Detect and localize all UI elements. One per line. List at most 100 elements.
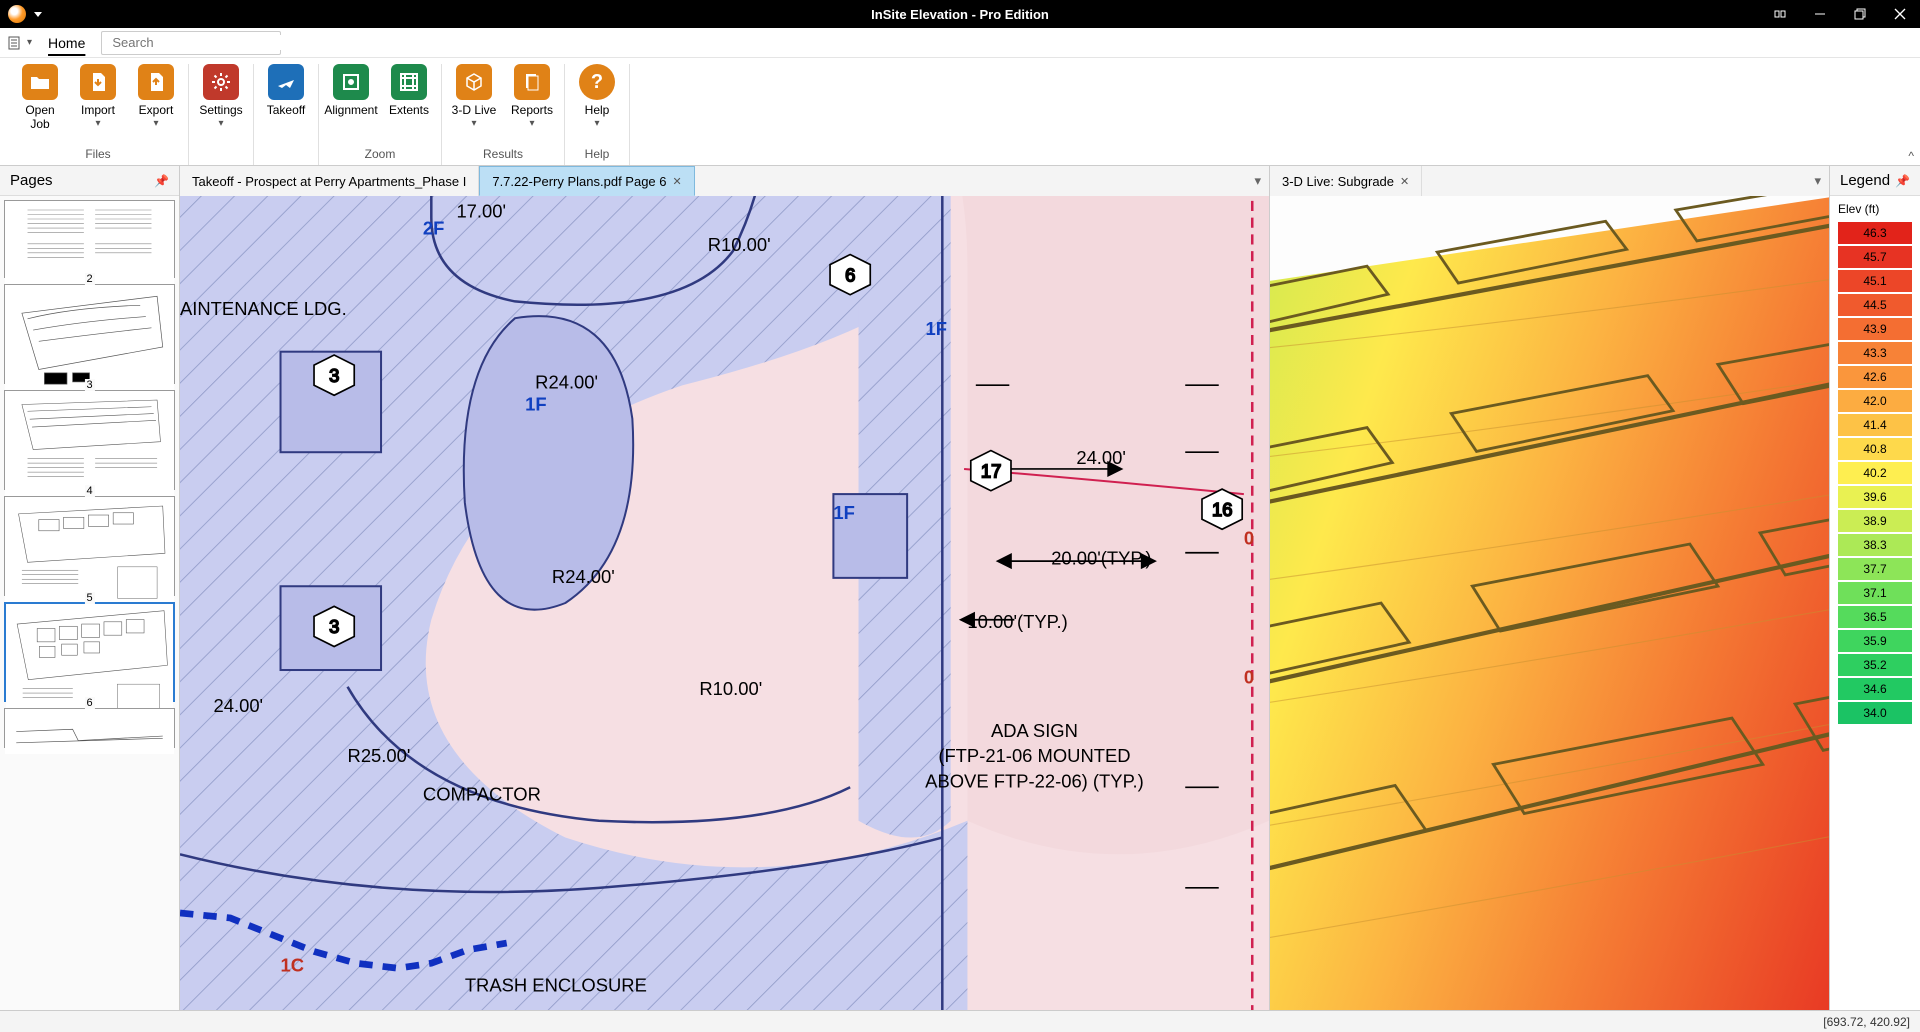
legend-swatch: 42.6 <box>1838 366 1912 388</box>
live-3d-panel: 3-D Live: Subgrade ✕ ▾ <box>1270 166 1830 1010</box>
tab-dropdown[interactable]: ▾ <box>1246 173 1269 189</box>
svg-text:COMPACTOR: COMPACTOR <box>423 784 541 805</box>
ribbon-group-zoom: Alignment Extents Zoom <box>319 64 442 165</box>
svg-text:24.00': 24.00' <box>1076 447 1126 468</box>
legend-swatch: 42.0 <box>1838 390 1912 412</box>
page-thumbnail[interactable]: 2 <box>4 284 175 384</box>
pages-panel-title: Pages <box>10 172 53 189</box>
takeoff-button[interactable]: Takeoff <box>260 64 312 118</box>
svg-text:6: 6 <box>845 264 855 285</box>
open-job-button[interactable]: Open Job <box>14 64 66 132</box>
svg-text:R25.00': R25.00' <box>348 745 411 766</box>
legend-swatch: 35.9 <box>1838 630 1912 652</box>
pages-thumbnail-list[interactable]: 2 3 <box>0 196 179 1010</box>
svg-text:17.00': 17.00' <box>456 201 506 222</box>
app-logo <box>8 5 26 23</box>
plan-document-area: Takeoff - Prospect at Perry Apartments_P… <box>180 166 1270 1010</box>
svg-text:24.00': 24.00' <box>214 695 264 716</box>
legend-swatch: 39.6 <box>1838 486 1912 508</box>
search-input[interactable] <box>112 35 288 50</box>
legend-swatch: 40.2 <box>1838 462 1912 484</box>
window-minimize-button[interactable] <box>1800 0 1840 28</box>
extents-button[interactable]: Extents <box>383 64 435 118</box>
svg-text:1C: 1C <box>281 955 305 976</box>
svg-text:1F: 1F <box>525 393 546 414</box>
legend-swatches: 46.345.745.144.543.943.342.642.041.440.8… <box>1838 222 1912 724</box>
search-box[interactable] <box>101 31 281 55</box>
legend-swatch: 34.0 <box>1838 702 1912 724</box>
page-thumbnail[interactable]: 4 <box>4 496 175 596</box>
import-button[interactable]: Import▾ <box>72 64 124 132</box>
legend-title: Legend <box>1840 172 1890 189</box>
svg-text:ADA SIGN: ADA SIGN <box>991 720 1078 741</box>
legend-swatch: 46.3 <box>1838 222 1912 244</box>
window-close-button[interactable] <box>1880 0 1920 28</box>
window-restore-button[interactable] <box>1840 0 1880 28</box>
legend-swatch: 43.3 <box>1838 342 1912 364</box>
legend-swatch: 37.1 <box>1838 582 1912 604</box>
page-thumbnail[interactable]: 6 <box>4 708 175 748</box>
legend-swatch: 35.2 <box>1838 654 1912 676</box>
legend-swatch: 37.7 <box>1838 558 1912 580</box>
ribbon-group-settings: Settings▾ <box>189 64 254 165</box>
svg-text:17: 17 <box>981 460 1001 481</box>
legend-swatch: 43.9 <box>1838 318 1912 340</box>
svg-text:1F: 1F <box>833 502 854 523</box>
ribbon-group-label: Zoom <box>365 144 396 165</box>
pin-icon[interactable]: 📌 <box>154 174 169 188</box>
help-button[interactable]: ? Help▾ <box>571 64 623 129</box>
window-snap-button[interactable] <box>1760 0 1800 28</box>
svg-text:20.00'(TYP.): 20.00'(TYP.) <box>1051 547 1151 568</box>
svg-text:AINTENANCE LDG.: AINTENANCE LDG. <box>180 298 347 319</box>
svg-text:16: 16 <box>1212 499 1232 520</box>
tab-plans-pdf[interactable]: 7.7.22-Perry Plans.pdf Page 6 ✕ <box>479 166 694 196</box>
svg-text:(FTP-21-06 MOUNTED: (FTP-21-06 MOUNTED <box>938 745 1130 766</box>
svg-text:R10.00': R10.00' <box>699 678 762 699</box>
ribbon-group-label: Help <box>585 144 610 165</box>
ribbon-group-label: Results <box>483 144 523 165</box>
ribbon-tab-home[interactable]: Home <box>46 32 87 54</box>
legend-swatch: 41.4 <box>1838 414 1912 436</box>
tab-dropdown[interactable]: ▾ <box>1806 173 1829 189</box>
plan-viewport[interactable]: 3 3 6 17 16 1F 2F GUARD HOUSE & GATED EN… <box>180 196 1269 1010</box>
legend-swatch: 44.5 <box>1838 294 1912 316</box>
legend-swatch: 34.6 <box>1838 678 1912 700</box>
svg-text:TRASH ENCLOSURE: TRASH ENCLOSURE <box>465 975 647 996</box>
legend-panel: Legend 📌 Elev (ft) 46.345.745.144.543.94… <box>1830 166 1920 1010</box>
settings-button[interactable]: Settings▾ <box>195 64 247 129</box>
ribbon-collapse-toggle[interactable]: ^ <box>1908 149 1914 163</box>
live-3d-viewport[interactable] <box>1270 196 1829 1010</box>
ribbon-group-takeoff: Takeoff <box>254 64 319 165</box>
svg-text:R24.00': R24.00' <box>535 372 598 393</box>
export-button[interactable]: Export▾ <box>130 64 182 132</box>
svg-text:ABOVE FTP-22-06) (TYP.): ABOVE FTP-22-06) (TYP.) <box>925 770 1144 791</box>
legend-swatch: 38.3 <box>1838 534 1912 556</box>
svg-text:3: 3 <box>329 365 339 386</box>
svg-text:10.00'(TYP.): 10.00'(TYP.) <box>967 611 1067 632</box>
svg-text:1F: 1F <box>926 318 947 339</box>
legend-swatch: 38.9 <box>1838 510 1912 532</box>
legend-swatch: 45.1 <box>1838 270 1912 292</box>
app-menu-caret[interactable] <box>34 12 42 17</box>
live3d-button[interactable]: 3-D Live▾ <box>448 64 500 129</box>
svg-text:3: 3 <box>329 616 339 637</box>
alignment-button[interactable]: Alignment <box>325 64 377 118</box>
svg-text:2F: 2F <box>423 217 444 238</box>
file-list-menu[interactable]: ▾ <box>8 36 32 50</box>
close-icon[interactable]: ✕ <box>673 175 682 188</box>
ribbon-group-label: Files <box>85 144 110 165</box>
page-thumbnail[interactable] <box>4 200 175 278</box>
legend-swatch: 36.5 <box>1838 606 1912 628</box>
reports-button[interactable]: Reports▾ <box>506 64 558 129</box>
cursor-coordinates: [693.72, 420.92] <box>1823 1015 1910 1029</box>
page-thumbnail[interactable]: 3 <box>4 390 175 490</box>
ribbon-group-files: Open Job Import▾ Export▾ Files <box>8 64 189 165</box>
page-thumbnail[interactable]: 5 <box>4 602 175 702</box>
tab-takeoff[interactable]: Takeoff - Prospect at Perry Apartments_P… <box>180 166 479 196</box>
close-icon[interactable]: ✕ <box>1400 175 1409 188</box>
tab-3d-live[interactable]: 3-D Live: Subgrade ✕ <box>1270 166 1422 196</box>
pin-icon[interactable]: 📌 <box>1895 174 1910 188</box>
svg-text:0: 0 <box>1244 527 1254 548</box>
ribbon-group-results: 3-D Live▾ Reports▾ Results <box>442 64 565 165</box>
svg-text:R10.00': R10.00' <box>708 234 771 255</box>
